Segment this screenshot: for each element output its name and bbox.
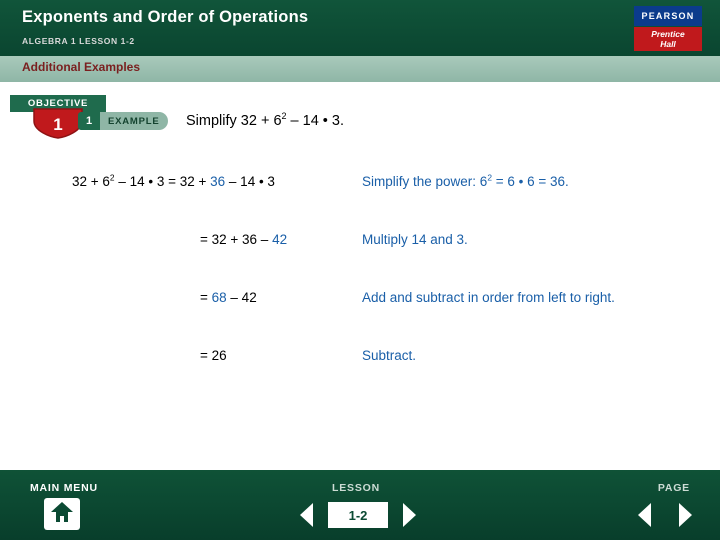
example-number: 1 [78,112,100,130]
problem-statement: Simplify 32 + 62 – 14 • 3. [186,112,344,129]
step-1-work-c: – 14 • 3 [225,174,275,189]
page-nav-label: PAGE [657,482,690,494]
step-1-explanation-a: Simplify the power: 6 [362,174,488,189]
step-1-work-highlight: 36 [210,174,226,189]
page-title: Exponents and Order of Operations [22,8,309,26]
step-1-work-b: – 14 • 3 = 32 + [114,174,211,189]
lesson-nav-label: LESSON [332,482,380,494]
step-2-work-a: = 32 + 36 – [200,232,273,247]
section-band: Additional Examples [0,56,720,82]
lesson-number: 1-2 [328,502,388,528]
step-4-work: = 26 [200,348,227,363]
lesson-subtitle: ALGEBRA 1 LESSON 1-2 [22,36,135,46]
home-button[interactable] [44,498,80,530]
svg-text:1: 1 [53,115,62,134]
problem-prefix: Simplify 32 + 6 [186,113,282,129]
home-icon [50,501,74,528]
slide-footer: MAIN MENU LESSON PAGE 1-2 [0,470,720,540]
lesson-navigation: 1-2 [292,500,432,530]
step-2-explanation: Multiply 14 and 3. [362,232,468,247]
problem-suffix: – 14 • 3. [286,113,344,129]
step-1-explanation: Simplify the power: 62 = 6 • 6 = 36. [362,173,569,189]
page-previous-button[interactable] [630,500,664,530]
step-1-work: 32 + 62 – 14 • 3 = 32 + 36 – 14 • 3 [72,173,275,189]
step-3-work: = 68 – 42 [200,290,257,305]
prentice-hall-logo: Prentice Hall [634,27,702,51]
lesson-previous-button[interactable] [292,500,326,530]
step-4-explanation: Subtract. [362,348,417,363]
slide-page: Exponents and Order of Operations ALGEBR… [0,0,720,540]
objective-shield-icon: 1 [32,107,84,139]
step-1-explanation-b: = 6 • 6 = 36. [491,174,569,189]
step-3-work-highlight: 68 [211,290,227,305]
example-badge: 1 EXAMPLE [78,112,168,130]
step-1-work-a: 32 + 6 [72,174,110,189]
page-navigation [622,500,700,530]
step-2-work: = 32 + 36 – 42 [200,232,287,247]
lesson-next-button[interactable] [390,500,424,530]
step-3-explanation: Add and subtract in order from left to r… [362,290,615,305]
pearson-logo: PEARSON [634,6,702,26]
prentice-hall-logo-line1: Prentice [651,29,685,39]
main-menu-label: MAIN MENU [30,482,98,494]
slide-body: OBJECTIVE 1 1 EXAMPLE Simplify 32 + 62 –… [0,82,720,470]
page-next-button[interactable] [666,500,700,530]
step-4-work-a: = 26 [200,348,227,363]
step-2-work-highlight: 42 [272,232,288,247]
section-title: Additional Examples [22,60,141,74]
step-3-work-c: – 42 [226,290,257,305]
step-3-work-a: = [200,290,212,305]
example-label: EXAMPLE [100,112,168,130]
prentice-hall-logo-line2: Hall [660,39,676,49]
slide-header: Exponents and Order of Operations ALGEBR… [0,0,720,56]
